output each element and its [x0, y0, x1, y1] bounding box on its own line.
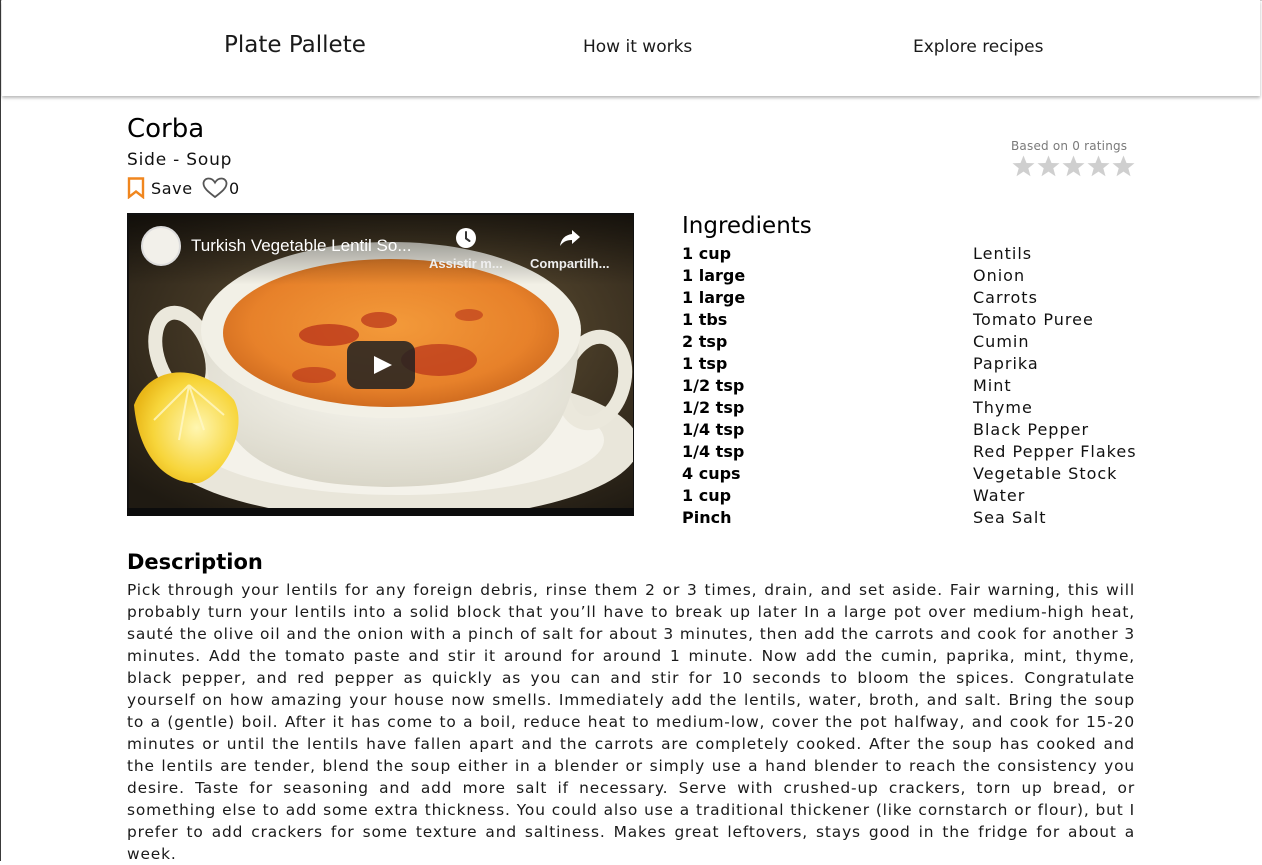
share-arrow-icon — [559, 230, 580, 246]
ingredient-name: Tomato Puree — [973, 310, 1094, 329]
nav-link-explore-recipes[interactable]: Explore recipes — [913, 37, 1043, 57]
star-rating[interactable] — [1011, 154, 1136, 178]
save-button[interactable]: Save — [127, 176, 193, 200]
description-heading: Description — [127, 550, 263, 574]
ingredient-row: 1 large Carrots — [682, 287, 1142, 309]
ingredient-row: 4 cups Vegetable Stock — [682, 463, 1142, 485]
ingredient-row: 1 tbs Tomato Puree — [682, 309, 1142, 331]
ingredient-name: Cumin — [973, 332, 1030, 351]
ingredient-row: 1/2 tsp Mint — [682, 375, 1142, 397]
star-icon[interactable] — [1086, 154, 1111, 178]
ingredient-quantity: 1 large — [682, 266, 746, 285]
recipe-title: Corba — [127, 114, 205, 144]
top-navbar: Plate Pallete How it works Explore recip… — [2, 0, 1260, 96]
description-text: Pick through your lentils for any foreig… — [127, 581, 1135, 863]
share-button[interactable]: Compartilh... — [530, 226, 609, 271]
ingredient-name: Red Pepper Flakes — [973, 442, 1137, 461]
recipe-category: Side - Soup — [127, 150, 233, 170]
ingredient-name: Carrots — [973, 288, 1038, 307]
star-icon[interactable] — [1111, 154, 1136, 178]
star-icon[interactable] — [1011, 154, 1036, 178]
ingredients-heading: Ingredients — [682, 213, 812, 239]
ingredient-row: 1/4 tsp Red Pepper Flakes — [682, 441, 1142, 463]
ingredient-quantity: 2 tsp — [682, 332, 728, 351]
ingredient-name: Sea Salt — [973, 508, 1047, 527]
save-label: Save — [151, 178, 193, 198]
ingredient-row: 1 tsp Paprika — [682, 353, 1142, 375]
share-label: Compartilh... — [530, 256, 610, 271]
ingredient-name: Onion — [973, 266, 1026, 285]
ingredient-row: 1/4 tsp Black Pepper — [682, 419, 1142, 441]
ingredient-quantity: Pinch — [682, 508, 732, 527]
video-player[interactable]: Turkish Vegetable Lentil So... Assistir … — [127, 213, 634, 516]
ingredient-name: Water — [973, 486, 1026, 505]
ingredient-row: Pinch Sea Salt — [682, 507, 1142, 529]
ingredient-row: 1 cup Lentils — [682, 243, 1142, 265]
play-button-icon[interactable] — [347, 341, 415, 389]
window-left-edge — [0, 0, 1, 861]
rating-summary: Based on 0 ratings — [1011, 139, 1128, 153]
video-title[interactable]: Turkish Vegetable Lentil So... — [191, 236, 412, 256]
watch-later-button[interactable]: Assistir m... — [429, 226, 503, 271]
clock-icon — [455, 228, 476, 248]
channel-avatar[interactable] — [141, 226, 181, 266]
ingredient-row: 1/2 tsp Thyme — [682, 397, 1142, 419]
ingredient-quantity: 1/2 tsp — [682, 398, 745, 417]
star-icon[interactable] — [1036, 154, 1061, 178]
ingredient-name: Paprika — [973, 354, 1039, 373]
heart-icon — [202, 177, 228, 199]
like-button[interactable]: 0 — [202, 176, 239, 200]
ingredient-quantity: 1/2 tsp — [682, 376, 745, 395]
ingredient-name: Black Pepper — [973, 420, 1090, 439]
ingredient-quantity: 1/4 tsp — [682, 420, 745, 439]
watch-later-label: Assistir m... — [429, 256, 503, 271]
ingredient-name: Mint — [973, 376, 1012, 395]
ingredient-quantity: 1/4 tsp — [682, 442, 745, 461]
ingredient-name: Thyme — [973, 398, 1033, 417]
ingredient-row: 1 large Onion — [682, 265, 1142, 287]
ingredient-quantity: 1 large — [682, 288, 746, 307]
ingredient-quantity: 4 cups — [682, 464, 741, 483]
video-bottom-bar — [127, 508, 634, 516]
ingredients-list: 1 cup Lentils 1 large Onion 1 large Carrots 1 … — [682, 243, 1142, 529]
ingredient-name: Vegetable Stock — [973, 464, 1118, 483]
bookmark-icon — [127, 177, 145, 199]
ingredient-row: 2 tsp Cumin — [682, 331, 1142, 353]
ingredient-quantity: 1 tsp — [682, 354, 728, 373]
like-count: 0 — [229, 178, 240, 198]
nav-link-how-it-works[interactable]: How it works — [583, 37, 692, 57]
ingredient-quantity: 1 tbs — [682, 310, 728, 329]
brand-logo-text[interactable]: Plate Pallete — [224, 32, 366, 58]
star-icon[interactable] — [1061, 154, 1086, 178]
ingredient-row: 1 cup Water — [682, 485, 1142, 507]
ingredient-name: Lentils — [973, 244, 1033, 263]
ingredient-quantity: 1 cup — [682, 244, 732, 263]
ingredient-quantity: 1 cup — [682, 486, 732, 505]
